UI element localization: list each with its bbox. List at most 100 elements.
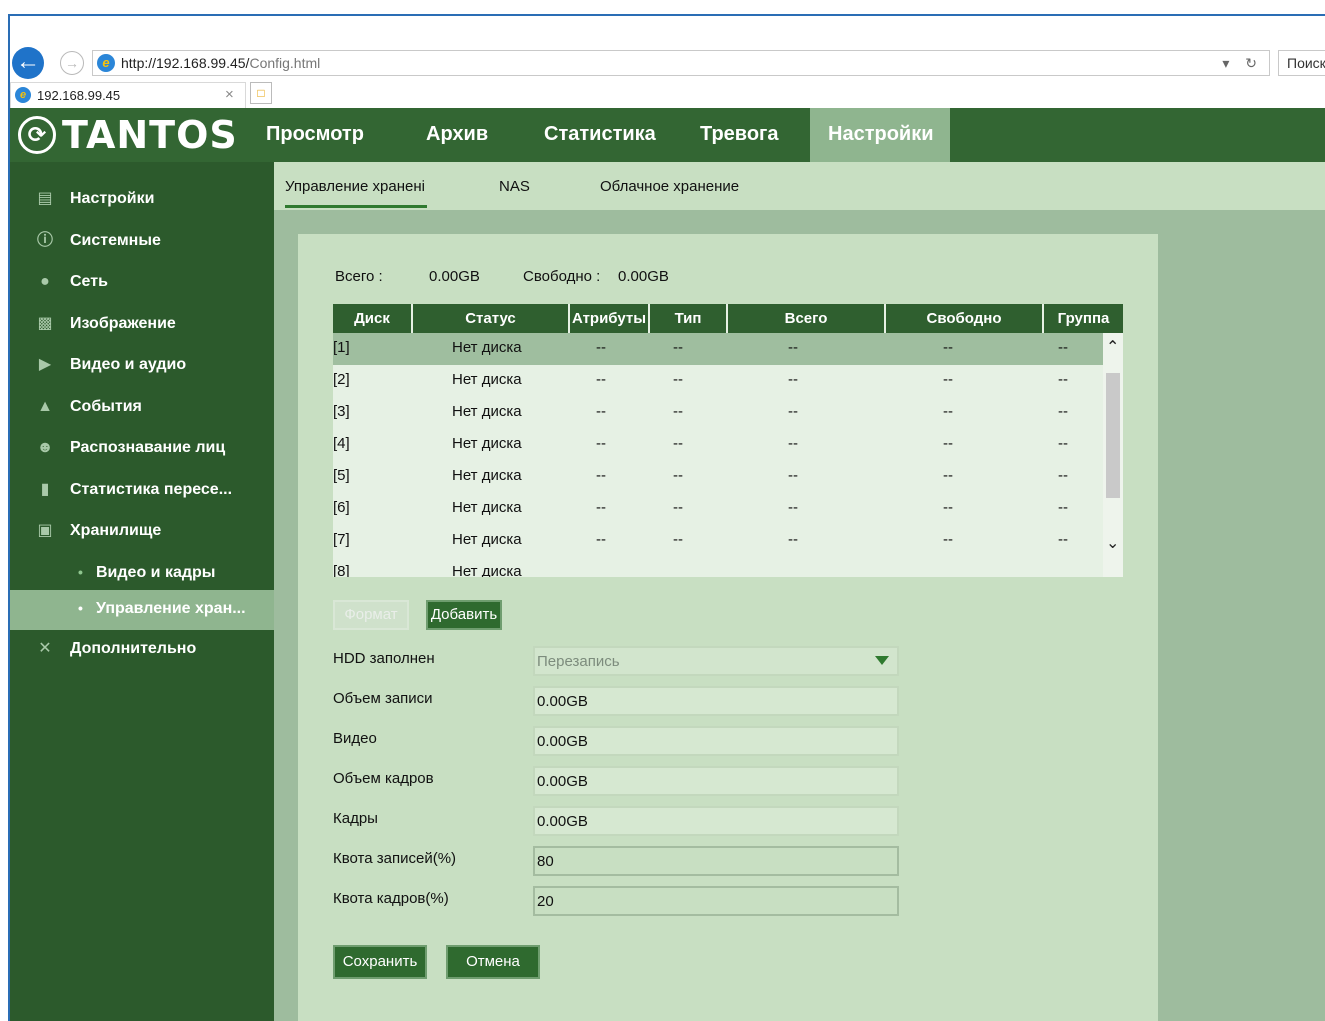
column-header-disk: Диск [333,304,413,333]
sidebar: ▤ Настройки ⓘ Системные ● Сеть ▩ Изображ… [10,162,274,1021]
add-button[interactable]: Добавить [426,600,502,630]
nav-settings[interactable]: Настройки [810,108,950,162]
sidebar-item-advanced[interactable]: ✕ Дополнительно [10,630,274,670]
frames-quota-input[interactable]: 20 [533,886,899,916]
table-row[interactable]: [7] Нет диска -- -- -- -- -- [333,525,1103,557]
cell-group: -- [1058,467,1068,484]
record-quota-label: Квота записей(%) [333,850,457,867]
cell-disk: [8] [333,563,350,577]
column-header-status: Статус [413,304,570,333]
record-quota-input[interactable]: 80 [533,846,899,876]
table-row[interactable]: [4] Нет диска -- -- -- -- -- [333,429,1103,461]
bar-chart-icon: ▮ [40,481,50,498]
face-icon: ☻ [36,439,54,456]
hdd-full-select[interactable]: Перезапись [533,646,899,676]
table-row[interactable]: [1] Нет диска -- -- -- -- -- [333,333,1103,365]
sidebar-item-events[interactable]: ▲ События [10,388,274,428]
sidebar-item-label: Системные [70,232,161,249]
sidebar-item-image[interactable]: ▩ Изображение [10,305,274,345]
hdd-full-label: HDD заполнен [333,650,435,667]
chevron-up-icon[interactable]: ⌃ [1106,337,1119,357]
sidebar-item-system[interactable]: ⓘ Системные [10,222,274,262]
video-label: Видео [333,730,377,747]
table-scrollbar[interactable]: ⌃ ⌄ [1103,333,1123,577]
tab-close-icon[interactable]: × [225,86,234,103]
url-field[interactable]: e http://192.168.99.45/Config.html ▾ ↻ [92,50,1270,76]
hdd-full-value: Перезапись [537,653,620,670]
bullet-icon: • [78,564,83,580]
sidebar-item-video-frames[interactable]: • Видео и кадры [10,554,274,594]
sidebar-item-settings[interactable]: ▤ Настройки [10,180,274,220]
bullet-icon: • [78,600,83,616]
scrollbar-thumb[interactable] [1106,373,1120,498]
sidebar-item-label: События [70,398,142,415]
table-row[interactable]: [6] Нет диска -- -- -- -- -- [333,493,1103,525]
cell-status: Нет диска [452,499,522,516]
refresh-icon[interactable]: ▾ ↻ [1222,55,1263,72]
table-header: Диск Статус Атрибуты Тип Всего Свободно … [333,304,1123,333]
sidebar-item-label: Видео и аудио [70,356,187,373]
cell-group: -- [1058,435,1068,452]
frames-quota-label: Квота кадров(%) [333,890,449,907]
cell-status: Нет диска [452,403,522,420]
cell-total: -- [788,531,798,548]
forward-button[interactable]: → [60,51,84,75]
tab-nas[interactable]: NAS [499,178,530,195]
cancel-button[interactable]: Отмена [446,945,540,979]
dropdown-arrow-icon [875,656,889,665]
sidebar-item-face-recognition[interactable]: ☻ Распознавание лиц [10,429,274,469]
monitor-icon: ▤ [37,190,53,207]
nav-archive[interactable]: Архив [426,108,544,162]
tab-storage-management[interactable]: Управление хранені [285,178,427,195]
nav-view[interactable]: Просмотр [266,108,426,162]
sidebar-item-crossing-stats[interactable]: ▮ Статистика пересе... [10,471,274,511]
new-tab-button[interactable]: □ [250,82,272,104]
cell-status: Нет диска [452,531,522,548]
tools-icon: ✕ [38,640,52,657]
table-row[interactable]: [3] Нет диска -- -- -- -- -- [333,397,1103,429]
table-row[interactable]: [8] Нет диска [333,557,1103,577]
url-path: Config.html [249,55,321,71]
logo-icon: ⟳ [18,116,56,154]
sub-tabs: Управление хранені NAS Облачное хранение [274,162,1325,210]
save-button[interactable]: Сохранить [333,945,427,979]
cell-type: -- [673,435,683,452]
cell-free: -- [943,435,953,452]
cell-total: -- [788,435,798,452]
nav-statistics[interactable]: Статистика [544,108,700,162]
frames-volume-label: Объем кадров [333,770,434,787]
cell-attributes: -- [596,467,606,484]
free-value: 0.00GB [618,268,669,285]
format-button[interactable]: Формат [333,600,409,630]
browser-search-input[interactable]: Поиск [1278,50,1325,76]
sidebar-item-video-audio[interactable]: ▶ Видео и аудио [10,346,274,386]
url-text: http://192.168.99.45/Config.html [121,55,320,71]
back-button[interactable]: ← [12,47,44,79]
table-row[interactable]: [5] Нет диска -- -- -- -- -- [333,461,1103,493]
sidebar-item-storage[interactable]: ▣ Хранилище [10,512,274,552]
sidebar-item-label: Управление хран... [96,600,246,617]
cell-group: -- [1058,403,1068,420]
chevron-down-icon[interactable]: ⌄ [1106,533,1119,553]
ie-icon: e [15,87,31,103]
cell-status: Нет диска [452,467,522,484]
cell-total: -- [788,499,798,516]
cell-group: -- [1058,531,1068,548]
sidebar-item-network[interactable]: ● Сеть [10,263,274,303]
nav-alarm[interactable]: Тревога [700,108,810,162]
tab-cloud-storage[interactable]: Облачное хранение [600,178,739,195]
cell-disk: [5] [333,467,350,484]
cell-disk: [4] [333,435,350,452]
cell-type: -- [673,371,683,388]
sidebar-item-storage-management[interactable]: • Управление хран... [10,590,274,630]
cell-type: -- [673,403,683,420]
sidebar-item-label: Видео и кадры [96,564,216,581]
ie-icon: e [97,54,115,72]
sidebar-item-label: Настройки [70,190,155,207]
record-volume-label: Объем записи [333,690,433,707]
table-row[interactable]: [2] Нет диска -- -- -- -- -- [333,365,1103,397]
browser-tab[interactable]: e 192.168.99.45 × [10,82,246,108]
cell-disk: [7] [333,531,350,548]
cell-disk: [6] [333,499,350,516]
frames-field: 0.00GB [533,806,899,836]
